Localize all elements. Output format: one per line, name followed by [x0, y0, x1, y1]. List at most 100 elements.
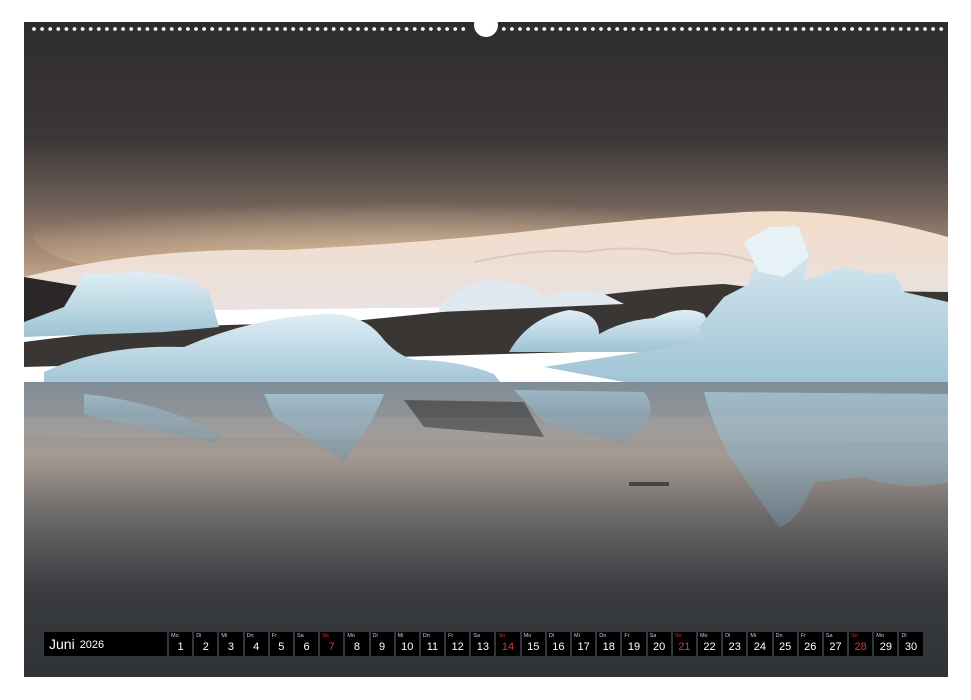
day-number: 9 [379, 641, 386, 653]
weekday-label: Sa [825, 633, 833, 639]
binding-dot [145, 27, 150, 31]
binding-dot [761, 27, 765, 31]
binding-dot [566, 27, 571, 31]
weekday-label: Mo [523, 633, 532, 639]
binding-dot [801, 27, 806, 31]
binding-dot [858, 27, 863, 31]
binding-dot [250, 27, 255, 31]
day-cell: Fr 26 [798, 632, 822, 656]
binding-dot [736, 27, 741, 31]
day-cell: Do 25 [773, 632, 797, 656]
binding-dot [453, 27, 458, 31]
day-number: 7 [328, 641, 335, 653]
day-number: 21 [678, 641, 691, 653]
day-number: 12 [451, 641, 464, 653]
binding-dot [890, 27, 895, 31]
day-cell: Di 23 [723, 632, 747, 656]
binding-dot [615, 27, 620, 31]
binding-dot [623, 27, 628, 31]
binding-dot [283, 27, 287, 31]
binding-dot [234, 27, 239, 31]
day-cell: Di 9 [370, 632, 394, 656]
binding-dot [647, 27, 652, 31]
weekday-label: Do [246, 633, 254, 639]
weekday-label: Mi [574, 633, 580, 639]
binding-dot [331, 27, 336, 31]
binding-dot [404, 27, 409, 31]
day-cell: Fr 19 [622, 632, 646, 656]
binding-dot [501, 27, 506, 31]
day-cell: Fr 5 [269, 632, 293, 656]
binding-dot [510, 27, 514, 31]
day-cell: So 28 [849, 632, 873, 656]
day-cell: Do 18 [597, 632, 621, 656]
binding-dot [80, 27, 85, 31]
weekday-label: Sa [473, 633, 480, 639]
binding-dot [177, 27, 182, 31]
binding-dot [688, 27, 692, 31]
binding-dot [785, 27, 790, 31]
day-cell: Di 16 [546, 632, 570, 656]
binding-dot [777, 27, 782, 31]
binding-dot [939, 27, 944, 31]
binding-dot [194, 27, 198, 31]
month-label: Juni 2026 [44, 632, 167, 656]
weekday-label: Mo [699, 633, 708, 639]
weekday-label: So [851, 633, 858, 639]
day-number: 28 [854, 641, 867, 653]
binding-dot [258, 27, 263, 31]
binding-dot [88, 27, 93, 31]
weekday-label: Do [775, 633, 783, 639]
binding-dot [591, 27, 595, 31]
day-cell: Mo 22 [697, 632, 722, 656]
binding-dot [202, 27, 207, 31]
binding-dot [931, 27, 935, 31]
weekday-label: Di [725, 633, 731, 639]
binding-dot [105, 27, 109, 31]
binding-dot [275, 27, 279, 31]
binding-dot [550, 27, 555, 31]
day-number: 13 [476, 641, 489, 653]
binding-dot [753, 27, 757, 31]
weekday-label: So [674, 633, 682, 639]
day-cell: Sa 20 [647, 632, 671, 656]
binding-dot [809, 27, 814, 31]
day-number: 30 [904, 641, 918, 653]
day-cell: Mi 10 [395, 632, 419, 656]
day-cell: Mi 17 [572, 632, 596, 656]
binding-dot [218, 27, 223, 31]
binding-dot [728, 27, 733, 31]
binding-dot [40, 27, 44, 31]
day-number: 10 [401, 641, 414, 653]
binding-dot [226, 27, 231, 31]
binding-dot [915, 27, 919, 31]
binding-dot [769, 27, 773, 31]
binding-dot [356, 27, 360, 31]
binding-dot [121, 27, 125, 31]
binding-dot [429, 27, 433, 31]
binding-dot [396, 27, 401, 31]
binding-dot [874, 27, 879, 31]
weekday-label: Di [901, 633, 907, 639]
weekday-label: Do [599, 633, 607, 639]
day-number: 2 [202, 641, 209, 653]
day-cell: Mo 8 [345, 632, 369, 656]
binding-dot [655, 27, 660, 31]
binding-dot [267, 27, 271, 31]
binding-dot [461, 27, 466, 31]
day-cell: Do 11 [420, 632, 445, 656]
day-cell: Fr 12 [446, 632, 470, 656]
binding-dot [542, 27, 547, 31]
binding-dot [388, 27, 393, 31]
binding-dot [607, 27, 611, 31]
day-number: 5 [278, 641, 285, 653]
binding-dot [906, 27, 911, 31]
binding-dot [518, 27, 522, 31]
day-cell: So 21 [672, 632, 696, 656]
weekday-label: Mi [221, 633, 228, 639]
day-number: 6 [303, 641, 310, 653]
binding-dot [712, 27, 717, 31]
weekday-label: Fr [448, 633, 454, 639]
weekday-label: Sa [649, 633, 657, 639]
binding-dot [372, 27, 377, 31]
